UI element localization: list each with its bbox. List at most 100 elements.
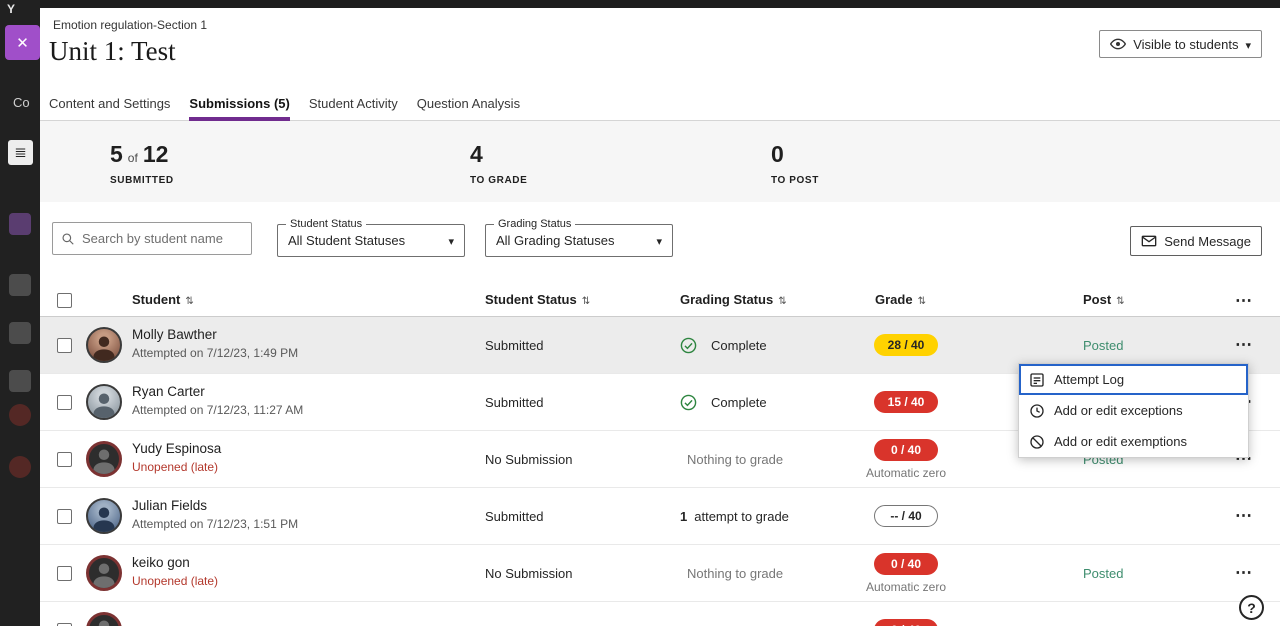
sidebar-ghost-icon	[9, 456, 31, 478]
search-input[interactable]	[82, 231, 243, 246]
avatar	[86, 555, 122, 591]
student-name[interactable]: keiko gon	[132, 555, 218, 570]
tab-bar: Content and Settings Submissions (5) Stu…	[40, 90, 1280, 121]
student-name[interactable]: Julian Fields	[132, 498, 298, 513]
grading-status: Nothing to grade	[680, 431, 783, 487]
student-search	[52, 222, 252, 255]
help-button[interactable]: ?	[1239, 595, 1264, 620]
envelope-icon	[1141, 233, 1157, 249]
menu-item-attempt-log[interactable]: Attempt Log	[1019, 364, 1248, 395]
row-menu-button[interactable]	[1235, 545, 1252, 601]
table-row: Julian Fields Attempted on 7/12/23, 1:51…	[40, 488, 1280, 545]
avatar	[86, 498, 122, 534]
row-menu-button[interactable]	[1235, 488, 1252, 544]
breadcrumb: Emotion regulation-Section 1	[53, 18, 207, 32]
sidebar-ghost-icon	[9, 274, 31, 296]
stat-submitted: 5 of 12 SUBMITTED	[110, 141, 174, 186]
grading-status: 1 attempt to grade	[680, 488, 789, 544]
menu-item-add-edit-exemptions[interactable]: Add or edit exemptions	[1019, 426, 1248, 457]
search-icon	[61, 232, 75, 246]
grade-pill[interactable]: 0 / 40	[874, 619, 938, 626]
student-status-select[interactable]: Student Status All Student Statuses	[277, 224, 465, 257]
collapsed-sidebar: Y ✕ Co	[0, 0, 40, 626]
row-checkbox[interactable]	[57, 452, 72, 467]
sidebar-partial-label: Co	[13, 95, 30, 110]
table-header: Student Student Status Grading Status Gr…	[40, 284, 1280, 317]
grade-pill[interactable]: -- / 40	[874, 505, 938, 527]
row-context-menu: Attempt Log Add or edit exceptions Add o…	[1018, 363, 1249, 458]
grading-status-select-value: All Grading Statuses	[496, 233, 615, 248]
student-status: No Submission	[485, 431, 572, 487]
student-subtext: Attempted on 7/12/23, 11:27 AM	[132, 403, 303, 417]
avatar	[86, 441, 122, 477]
row-checkbox[interactable]	[57, 509, 72, 524]
select-all-checkbox[interactable]	[57, 293, 72, 308]
stat-to-grade-label: TO GRADE	[470, 175, 527, 186]
grade-cell: -- / 40	[874, 488, 938, 544]
close-panel-button[interactable]: ✕	[5, 25, 40, 60]
grade-cell: 28 / 40	[874, 317, 938, 373]
grading-status-select-label: Grading Status	[494, 218, 575, 230]
sort-icon	[180, 292, 193, 307]
person-icon	[90, 504, 118, 532]
menu-item-add-edit-exceptions[interactable]: Add or edit exceptions	[1019, 395, 1248, 426]
tab-question-analysis[interactable]: Question Analysis	[417, 90, 520, 121]
column-student-status[interactable]: Student Status	[485, 292, 590, 307]
sidebar-ghost-icon	[9, 404, 31, 426]
avatar	[86, 327, 122, 363]
sidebar-ghost-icon	[9, 213, 31, 235]
student-name[interactable]: Ryan Carter	[132, 384, 303, 399]
column-grade[interactable]: Grade	[875, 292, 926, 307]
sidebar-ghost-icon	[9, 370, 31, 392]
tab-content-and-settings[interactable]: Content and Settings	[49, 90, 170, 121]
row-checkbox[interactable]	[57, 566, 72, 581]
menu-item-label: Add or edit exemptions	[1054, 434, 1187, 449]
table-header-menu-button[interactable]	[1235, 284, 1252, 317]
grade-pill[interactable]: 28 / 40	[874, 334, 938, 356]
column-student[interactable]: Student	[132, 292, 194, 307]
tab-submissions[interactable]: Submissions (5)	[189, 90, 289, 121]
person-icon	[90, 333, 118, 361]
sidebar-partial-text: Y	[7, 2, 15, 16]
student-subtext: Attempted on 7/12/23, 1:49 PM	[132, 346, 298, 360]
visibility-button[interactable]: Visible to students	[1099, 30, 1262, 58]
student-status-select-label: Student Status	[286, 218, 366, 230]
grading-status-text: Nothing to grade	[687, 566, 783, 581]
chevron-down-icon	[1245, 37, 1251, 52]
avatar	[86, 384, 122, 420]
stat-to-grade: 4 TO GRADE	[470, 141, 527, 186]
grade-pill[interactable]: 0 / 40	[874, 553, 938, 575]
grading-status-select[interactable]: Grading Status All Grading Statuses	[485, 224, 673, 257]
post-status[interactable]: Posted	[1083, 545, 1123, 601]
question-mark-icon: ?	[1247, 600, 1256, 616]
student-name[interactable]: Yudy Espinosa	[132, 441, 221, 456]
row-checkbox[interactable]	[57, 338, 72, 353]
grade-cell: 0 / 40 Automatic zero	[874, 545, 938, 601]
student-status: Submitted	[485, 488, 544, 544]
stat-to-grade-value: 4	[470, 141, 483, 168]
sort-icon	[913, 292, 926, 307]
clock-icon	[1029, 403, 1045, 419]
menu-item-label: Add or edit exceptions	[1054, 403, 1183, 418]
grade-pill[interactable]: 0 / 40	[874, 439, 938, 461]
stats-band: 5 of 12 SUBMITTED 4 TO GRADE 0 TO POST	[40, 121, 1280, 202]
chevron-down-icon	[448, 233, 454, 248]
close-icon: ✕	[16, 34, 29, 52]
complete-check-icon	[680, 337, 697, 354]
column-grading-status[interactable]: Grading Status	[680, 292, 787, 307]
row-checkbox[interactable]	[57, 395, 72, 410]
grade-pill[interactable]: 15 / 40	[874, 391, 938, 413]
page-title: Unit 1: Test	[49, 36, 176, 67]
tab-student-activity[interactable]: Student Activity	[309, 90, 398, 121]
auto-zero-note: Automatic zero	[866, 580, 946, 594]
student-status-select-value: All Student Statuses	[288, 233, 405, 248]
table-row: 0 / 40	[40, 602, 1280, 626]
send-message-button[interactable]: Send Message	[1130, 226, 1262, 256]
column-post[interactable]: Post	[1083, 292, 1125, 307]
student-subtext: Attempted on 7/12/23, 1:51 PM	[132, 517, 298, 531]
grade-cell: 0 / 40 Automatic zero	[874, 431, 938, 487]
avatar	[86, 612, 122, 626]
student-name[interactable]: Molly Bawther	[132, 327, 298, 342]
visibility-label: Visible to students	[1133, 37, 1238, 52]
grading-status-text: attempt to grade	[694, 509, 789, 524]
